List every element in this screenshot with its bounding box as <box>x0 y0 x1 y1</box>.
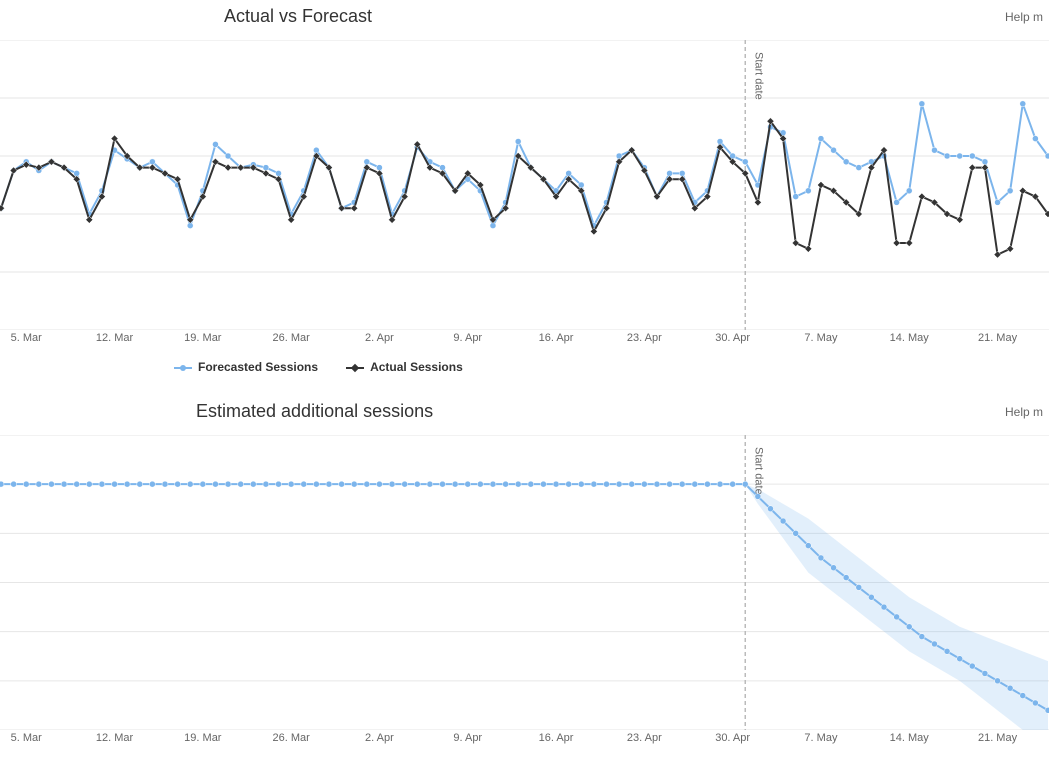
additional-sessions-chart[interactable]: Estimated additional sessions Help m Sta… <box>0 395 1049 757</box>
legend-item[interactable]: Actual Sessions <box>346 360 463 374</box>
svg-text:Start date: Start date <box>752 447 764 495</box>
chart-plot-area[interactable]: Start date <box>0 40 1049 330</box>
chart-title: Actual vs Forecast <box>224 6 372 27</box>
chart-legend[interactable]: Forecasted Sessions Actual Sessions <box>0 360 1049 374</box>
legend-item[interactable]: Forecasted Sessions <box>174 360 318 374</box>
chart-plot-area[interactable]: Start date <box>0 435 1049 730</box>
actual-vs-forecast-chart[interactable]: Actual vs Forecast Help m Start date 5. … <box>0 0 1049 390</box>
svg-text:Start date: Start date <box>752 52 764 100</box>
help-link[interactable]: Help m <box>1005 10 1043 24</box>
x-axis-labels: 5. Mar12. Mar19. Mar26. Mar2. Apr9. Apr1… <box>0 732 1049 752</box>
x-axis-labels: 5. Mar12. Mar19. Mar26. Mar2. Apr9. Apr1… <box>0 332 1049 352</box>
chart-title: Estimated additional sessions <box>196 401 433 422</box>
help-link[interactable]: Help m <box>1005 405 1043 419</box>
